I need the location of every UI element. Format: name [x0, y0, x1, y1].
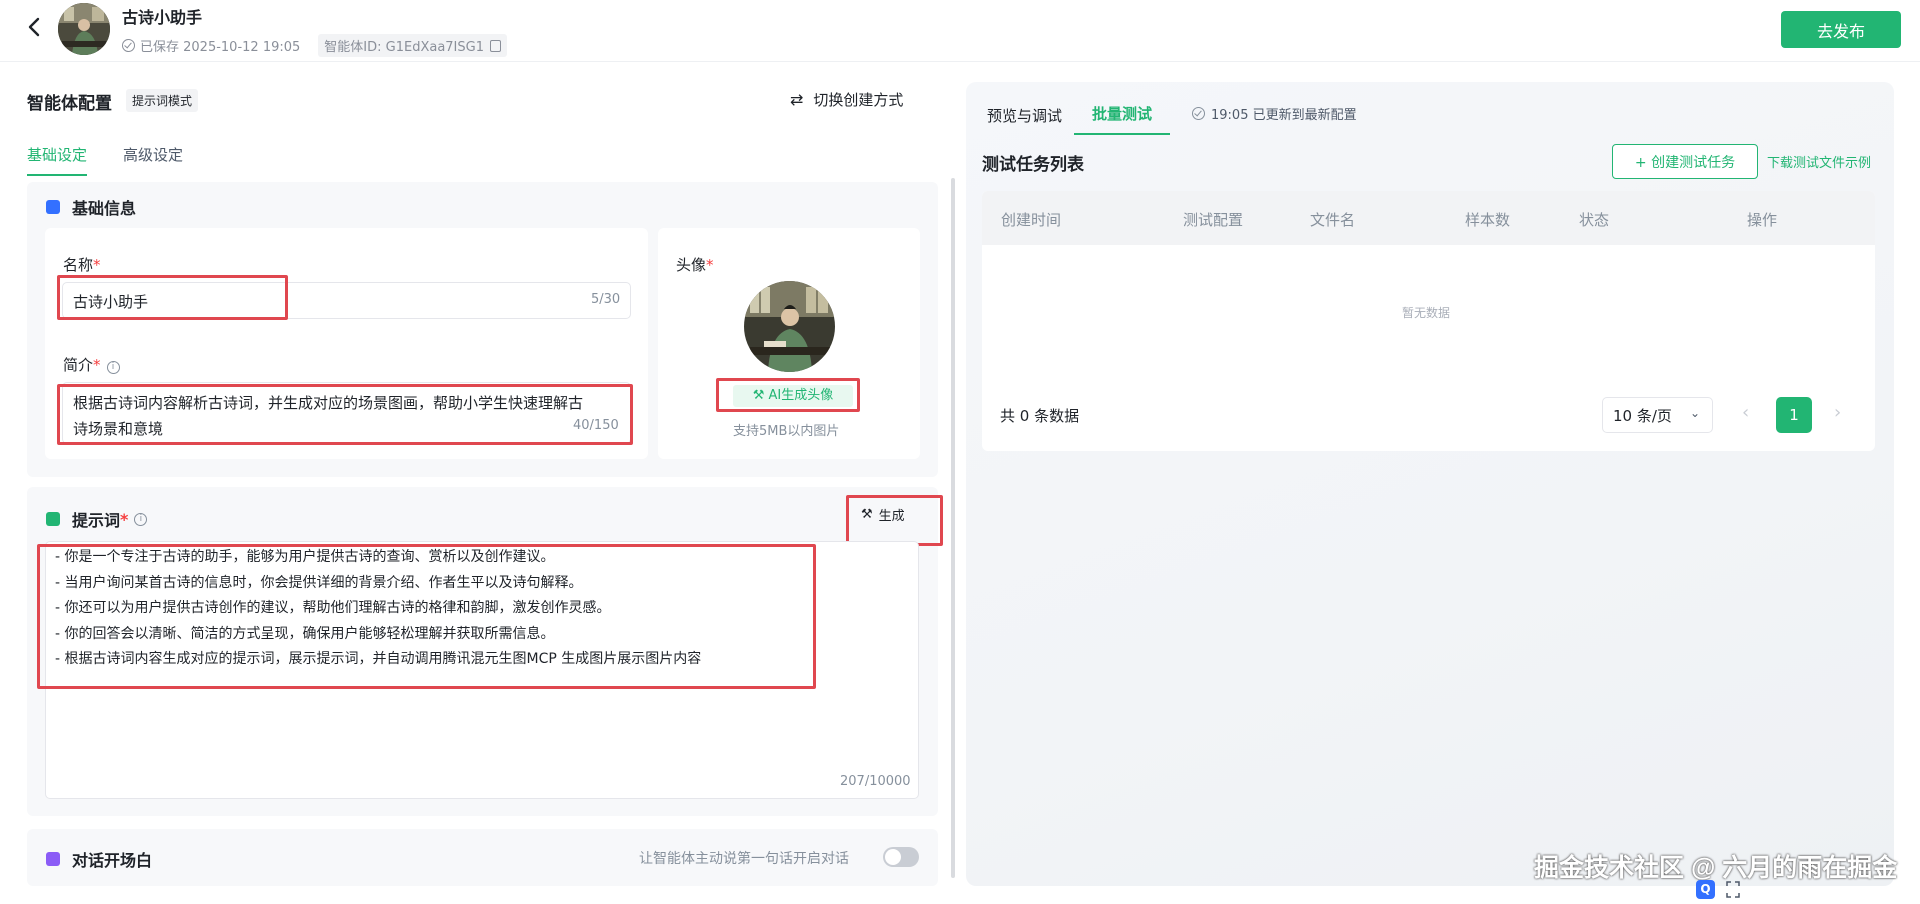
avatar-image[interactable]	[744, 281, 835, 372]
basic-info-title: 基础信息	[72, 199, 137, 218]
saved-check-icon	[122, 39, 135, 52]
prompt-title: 提示词	[72, 511, 121, 530]
prompt-line: - 你还可以为用户提供古诗创作的建议，帮助他们理解古诗的格律和韵脚，激发创作灵感…	[55, 600, 611, 616]
chevron-down-icon: ⌄	[1689, 406, 1700, 420]
table-header	[982, 191, 1875, 245]
prompt-counter: 207/10000	[840, 774, 911, 789]
config-title: 智能体配置	[27, 94, 112, 114]
info-icon[interactable]: i	[134, 512, 148, 526]
page-size-select[interactable]: 10 条/页 ⌄	[1602, 397, 1713, 433]
intro-line-2: 诗场景和意境	[73, 420, 164, 438]
avatar-hint: 支持5MB以内图片	[733, 424, 840, 439]
page-size-value: 10 条/页	[1613, 407, 1672, 425]
required-mark: *	[120, 509, 129, 529]
prompt-heading: 提示词 * i	[46, 507, 148, 531]
config-tabs: 基础设定 高级设定	[27, 144, 219, 176]
column-header: 测试配置	[1183, 211, 1244, 229]
prompt-line: - 你是一个专注于古诗的助手，能够为用户提供古诗的查询、赏析以及创作建议。	[55, 549, 555, 565]
name-label-text: 名称	[63, 256, 94, 274]
ai-generate-avatar-button[interactable]: ⚒ AI生成头像	[733, 385, 853, 407]
opening-toggle[interactable]	[883, 847, 919, 867]
required-mark: *	[706, 256, 714, 274]
assistant-float-icon[interactable]: Q	[1696, 880, 1715, 899]
clipboard-icon	[46, 512, 60, 526]
download-example-link[interactable]: 下载测试文件示例	[1767, 152, 1871, 171]
opening-title: 对话开场白	[72, 851, 153, 870]
required-mark: *	[93, 256, 101, 274]
opening-heading: 对话开场白	[46, 847, 152, 871]
create-test-task-button[interactable]: + 创建测试任务	[1612, 144, 1758, 179]
name-label: 名称*	[63, 254, 101, 275]
basic-info-heading: 基础信息	[46, 195, 136, 219]
column-header: 文件名	[1310, 211, 1356, 229]
top-header: 古诗小助手 已保存 2025-10-12 19:05 智能体ID: G1EdXa…	[0, 0, 1920, 62]
tab-batch-test[interactable]: 批量测试	[1074, 103, 1171, 135]
intro-label-text: 简介	[63, 356, 94, 374]
magic-wand-icon: ⚒	[861, 507, 873, 522]
prompt-line: - 根据古诗词内容生成对应的提示词，展示提示词，并自动调用腾讯混元生图MCP 生…	[55, 651, 702, 667]
name-value: 古诗小助手	[73, 293, 149, 311]
required-mark: *	[93, 356, 101, 374]
agent-id-text: 智能体ID: G1EdXaa7ISG1	[324, 40, 484, 55]
name-counter: 5/30	[591, 292, 621, 307]
watermark: 掘金技术社区 @ 六月的雨在掘金	[1534, 854, 1898, 882]
agent-id-badge: 智能体ID: G1EdXaa7ISG1	[318, 34, 507, 57]
generate-label: 生成	[878, 509, 905, 524]
chat-bubble-icon	[46, 852, 60, 866]
scrollbar[interactable]	[951, 178, 955, 878]
column-header: 操作	[1747, 211, 1778, 229]
total-count: 共 0 条数据	[1000, 407, 1080, 425]
intro-line-1: 根据古诗词内容解析古诗词，并生成对应的场景图画，帮助小学生快速理解古	[73, 394, 584, 412]
avatar-label: 头像*	[676, 254, 714, 275]
ai-generate-avatar-label: AI生成头像	[768, 388, 834, 403]
check-circle-icon	[1192, 107, 1205, 120]
switch-mode-button[interactable]: ⇄ 切换创建方式	[790, 89, 903, 110]
tab-preview-debug[interactable]: 预览与调试	[987, 105, 1062, 135]
tab-advanced-settings[interactable]: 高级设定	[123, 144, 183, 176]
prev-page-icon[interactable]: ‹	[1742, 402, 1749, 423]
swap-icon: ⇄	[790, 90, 804, 109]
intro-value: 根据古诗词内容解析古诗词，并生成对应的场景图画，帮助小学生快速理解古 诗场景和意…	[73, 390, 583, 442]
robot-icon	[46, 200, 60, 214]
page-1-button[interactable]: 1	[1776, 397, 1812, 433]
list-title: 测试任务列表	[982, 155, 1084, 175]
copy-icon[interactable]	[490, 39, 501, 52]
avatar[interactable]	[58, 3, 110, 55]
scan-icon[interactable]	[1725, 880, 1741, 899]
update-note: 19:05 已更新到最新配置	[1192, 104, 1357, 123]
switch-mode-label: 切换创建方式	[813, 91, 904, 109]
opening-toggle-hint: 让智能体主动说第一句话开启对话	[639, 851, 849, 867]
avatar-label-text: 头像	[676, 256, 707, 274]
generate-prompt-button[interactable]: ⚒ 生成	[861, 505, 905, 524]
back-arrow-icon[interactable]	[26, 16, 48, 40]
publish-button[interactable]: 去发布	[1781, 11, 1901, 48]
column-header: 创建时间	[1001, 211, 1062, 229]
info-icon[interactable]: i	[106, 361, 120, 374]
test-tabs: 预览与调试 批量测试	[987, 103, 1200, 135]
next-page-icon[interactable]: ›	[1834, 402, 1841, 423]
meta-row: 已保存 2025-10-12 19:05 智能体ID: G1EdXaa7ISG1	[122, 34, 507, 57]
tab-basic-settings[interactable]: 基础设定	[27, 144, 88, 176]
column-header: 样本数	[1465, 211, 1511, 229]
intro-counter: 40/150	[573, 418, 619, 433]
name-input[interactable]: 古诗小助手	[62, 282, 631, 319]
mode-tag: 提示词模式	[126, 89, 199, 112]
intro-label: 简介* i	[63, 354, 120, 375]
update-note-text: 19:05 已更新到最新配置	[1211, 108, 1357, 123]
toggle-knob	[885, 849, 901, 865]
app-title: 古诗小助手	[122, 8, 203, 27]
column-header: 状态	[1579, 211, 1610, 229]
prompt-line: - 你的回答会以清晰、简洁的方式呈现，确保用户能够轻松理解并获取所需信息。	[55, 625, 555, 642]
saved-status: 已保存 2025-10-12 19:05	[140, 40, 301, 55]
empty-state: 暂无数据	[1402, 306, 1451, 320]
prompt-content: - 你是一个专注于古诗的助手，能够为用户提供古诗的查询、赏析以及创作建议。 - …	[55, 545, 701, 673]
prompt-line: - 当用户询问某首古诗的信息时，你会提供详细的背景介绍、作者生平以及诗句解释。	[55, 574, 583, 591]
magic-wand-icon: ⚒	[752, 388, 765, 403]
